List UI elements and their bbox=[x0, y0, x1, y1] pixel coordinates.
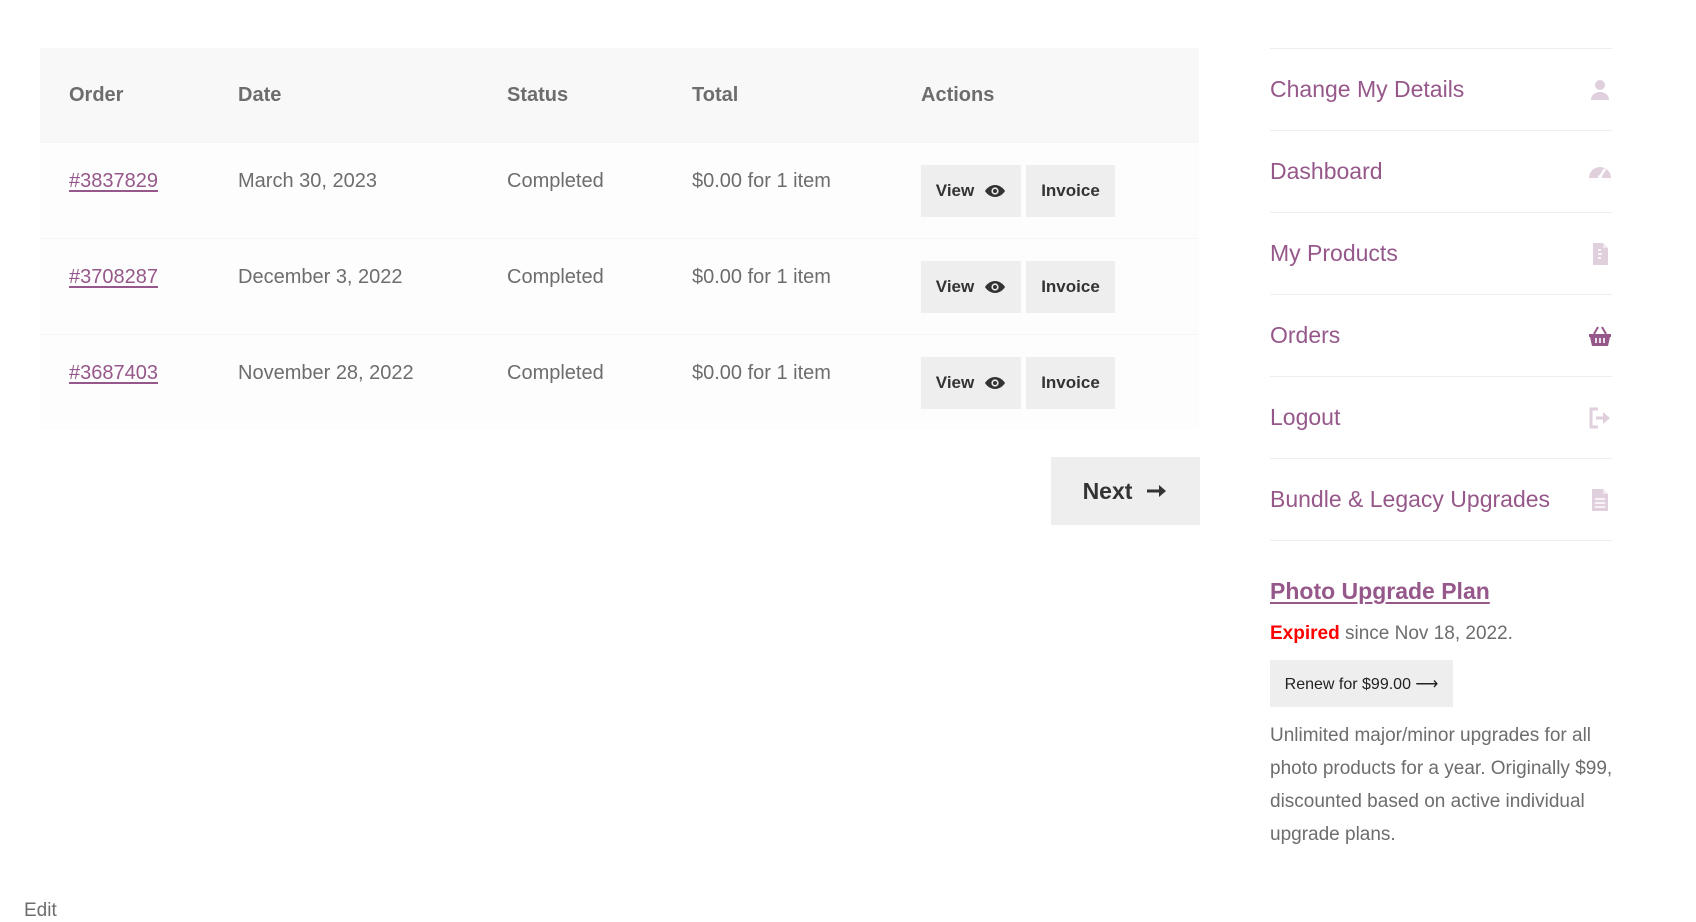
order-status: Completed bbox=[507, 170, 604, 192]
document-icon bbox=[1592, 488, 1608, 511]
account-navigation: Change My Details Dashboard My Products … bbox=[1270, 48, 1612, 541]
nav-item-label: My Products bbox=[1270, 240, 1398, 266]
header-order: Order bbox=[40, 48, 209, 143]
table-row: #3837829 March 30, 2023 Completed $0.00 … bbox=[40, 142, 1199, 239]
expired-badge: Expired bbox=[1270, 623, 1340, 644]
order-number-link[interactable]: #3687403 bbox=[69, 362, 158, 384]
header-status: Status bbox=[478, 48, 663, 143]
basket-icon bbox=[1589, 326, 1611, 346]
invoice-button[interactable]: Invoice bbox=[1026, 260, 1115, 313]
order-total: $0.00 for 1 item bbox=[692, 170, 831, 192]
order-date: March 30, 2023 bbox=[238, 170, 377, 192]
invoice-button[interactable]: Invoice bbox=[1026, 164, 1115, 217]
view-label: View bbox=[935, 276, 975, 296]
table-row: #3687403 November 28, 2022 Completed $0.… bbox=[40, 334, 1199, 430]
table-row: #3708287 December 3, 2022 Completed $0.0… bbox=[40, 238, 1199, 335]
header-total: Total bbox=[663, 48, 892, 143]
next-label: Next bbox=[1082, 477, 1133, 504]
view-button[interactable]: View bbox=[921, 164, 1021, 217]
nav-item-dashboard[interactable]: Dashboard bbox=[1270, 131, 1612, 213]
invoice-button[interactable]: Invoice bbox=[1026, 356, 1115, 409]
nav-item-label: Orders bbox=[1270, 322, 1341, 348]
plan-status-text: Expired since Nov 18, 2022. bbox=[1270, 623, 1513, 645]
order-total: $0.00 for 1 item bbox=[692, 266, 831, 288]
orders-table: Order Date Status Total Actions #3837829… bbox=[40, 48, 1199, 430]
order-total: $0.00 for 1 item bbox=[692, 362, 831, 384]
renew-button[interactable]: Renew for $99.00 ⟶ bbox=[1270, 660, 1453, 707]
order-date: December 3, 2022 bbox=[238, 266, 403, 288]
nav-item-label: Change My Details bbox=[1270, 76, 1465, 102]
eye-icon bbox=[985, 280, 1006, 293]
plan-description: Unlimited major/minor upgrades for all p… bbox=[1270, 725, 1613, 845]
view-button[interactable]: View bbox=[921, 356, 1021, 409]
order-status: Completed bbox=[507, 266, 604, 288]
eye-icon bbox=[985, 376, 1006, 389]
order-status: Completed bbox=[507, 362, 604, 384]
view-button[interactable]: View bbox=[921, 260, 1021, 313]
order-number-link[interactable]: #3708287 bbox=[69, 266, 158, 288]
nav-item-bundle-legacy-upgrades[interactable]: Bundle & Legacy Upgrades bbox=[1270, 459, 1612, 541]
order-date: November 28, 2022 bbox=[238, 362, 414, 384]
user-icon bbox=[1591, 79, 1609, 100]
file-icon bbox=[1593, 242, 1608, 265]
arrow-right-icon bbox=[1147, 485, 1167, 497]
nav-item-logout[interactable]: Logout bbox=[1270, 377, 1612, 459]
eye-icon bbox=[985, 184, 1006, 197]
next-page-button[interactable]: Next bbox=[1051, 457, 1200, 525]
expired-since-text: since Nov 18, 2022. bbox=[1339, 623, 1513, 644]
nav-item-orders[interactable]: Orders bbox=[1270, 295, 1612, 377]
view-label: View bbox=[935, 372, 975, 392]
header-actions: Actions bbox=[892, 48, 1199, 143]
table-header-row: Order Date Status Total Actions bbox=[40, 48, 1199, 143]
order-number-link[interactable]: #3837829 bbox=[69, 170, 158, 192]
photo-upgrade-plan-link[interactable]: Photo Upgrade Plan bbox=[1270, 578, 1490, 605]
nav-item-my-products[interactable]: My Products bbox=[1270, 213, 1612, 295]
edit-link[interactable]: Edit bbox=[24, 900, 57, 922]
dashboard-icon bbox=[1589, 166, 1611, 179]
view-label: View bbox=[935, 180, 975, 200]
nav-item-label: Dashboard bbox=[1270, 158, 1383, 184]
nav-item-change-my-details[interactable]: Change My Details bbox=[1270, 49, 1612, 131]
logout-icon bbox=[1589, 407, 1610, 428]
header-date: Date bbox=[209, 48, 478, 143]
nav-item-label: Logout bbox=[1270, 404, 1341, 430]
nav-item-label: Bundle & Legacy Upgrades bbox=[1270, 486, 1551, 512]
